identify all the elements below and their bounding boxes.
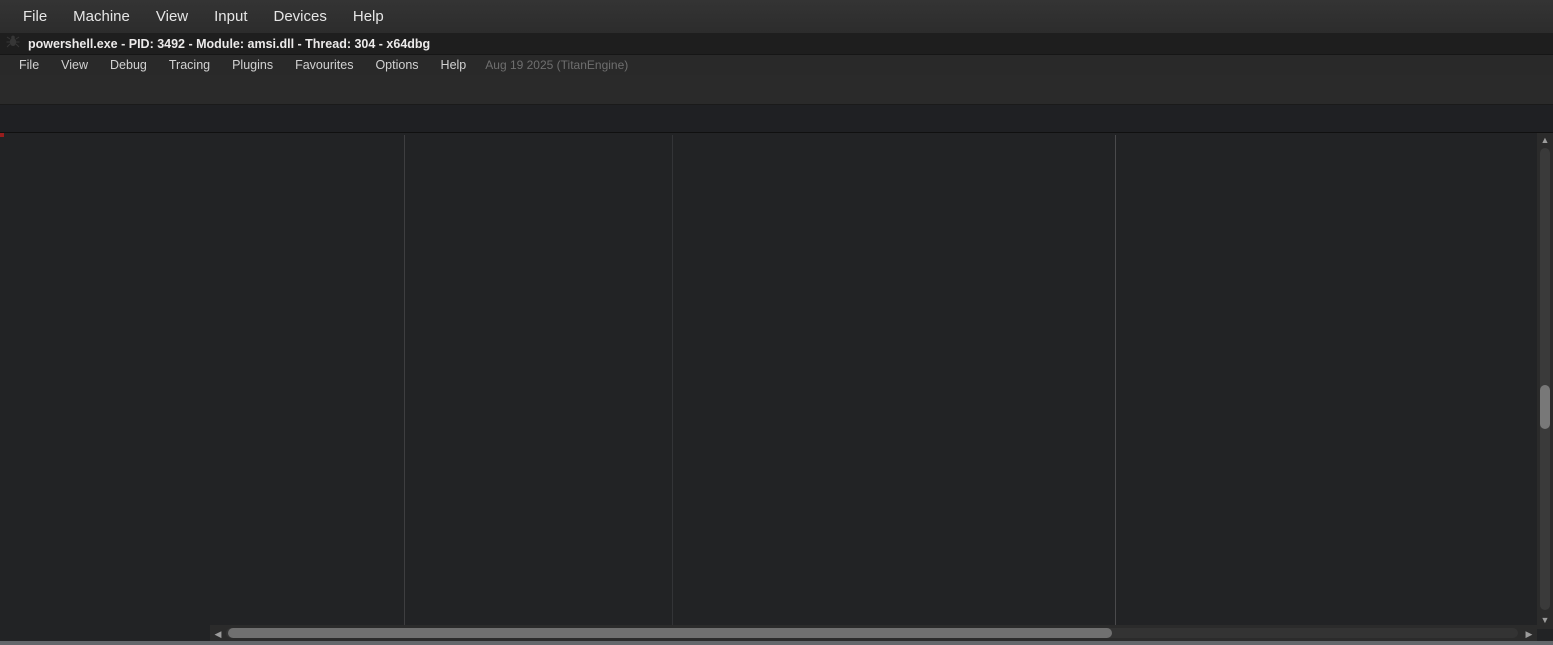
debug-toolbar bbox=[0, 75, 1553, 105]
horizontal-scroll-thumb[interactable] bbox=[228, 628, 1112, 638]
scroll-up-arrow[interactable]: ▲ bbox=[1537, 135, 1553, 145]
vm-menu-item-devices[interactable]: Devices bbox=[261, 0, 340, 33]
column-separator[interactable] bbox=[672, 135, 673, 625]
app-menu-item-favourites[interactable]: Favourites bbox=[284, 58, 364, 72]
scroll-left-arrow[interactable]: ◀ bbox=[210, 629, 226, 640]
horizontal-scrollbar[interactable]: ◀ ▶ bbox=[210, 625, 1537, 641]
vm-menu-bar: FileMachineViewInputDevicesHelp bbox=[0, 0, 1553, 33]
app-menu-item-plugins[interactable]: Plugins bbox=[221, 58, 284, 72]
app-menu-bar: FileViewDebugTracingPluginsFavouritesOpt… bbox=[0, 55, 1553, 75]
build-info: Aug 19 2025 (TitanEngine) bbox=[485, 58, 628, 72]
highlight-red-box bbox=[0, 133, 4, 137]
vm-menu-item-machine[interactable]: Machine bbox=[60, 0, 143, 33]
vertical-scroll-thumb[interactable] bbox=[1540, 385, 1550, 429]
vm-menu-item-view[interactable]: View bbox=[143, 0, 201, 33]
vm-menu-item-input[interactable]: Input bbox=[201, 0, 260, 33]
x64dbg-window: FileMachineViewInputDevicesHelp powershe… bbox=[0, 0, 1553, 645]
column-separator[interactable] bbox=[404, 135, 405, 625]
vertical-scroll-track[interactable] bbox=[1540, 148, 1550, 610]
vm-menu-item-help[interactable]: Help bbox=[340, 0, 397, 33]
vm-menu-item-file[interactable]: File bbox=[10, 0, 60, 33]
scroll-right-arrow[interactable]: ▶ bbox=[1521, 629, 1537, 640]
app-menu-item-options[interactable]: Options bbox=[364, 58, 429, 72]
app-menu-item-view[interactable]: View bbox=[50, 58, 99, 72]
disassembly-rows bbox=[0, 135, 1537, 625]
bottom-border bbox=[0, 641, 1553, 645]
title-bar: powershell.exe - PID: 3492 - Module: ams… bbox=[0, 33, 1553, 55]
disassembly-panel[interactable]: ▲ ▼ ◀ ▶ bbox=[0, 133, 1553, 645]
column-separator[interactable] bbox=[1115, 135, 1116, 625]
view-tab-bar bbox=[0, 105, 1553, 133]
x64dbg-bug-icon bbox=[6, 34, 20, 53]
scroll-down-arrow[interactable]: ▼ bbox=[1537, 615, 1553, 625]
vertical-scrollbar[interactable]: ▲ ▼ bbox=[1537, 133, 1553, 629]
app-menu-item-file[interactable]: File bbox=[8, 58, 50, 72]
app-menu-item-help[interactable]: Help bbox=[430, 58, 478, 72]
window-title: powershell.exe - PID: 3492 - Module: ams… bbox=[28, 37, 430, 51]
app-menu-item-tracing[interactable]: Tracing bbox=[158, 58, 221, 72]
app-menu-item-debug[interactable]: Debug bbox=[99, 58, 158, 72]
